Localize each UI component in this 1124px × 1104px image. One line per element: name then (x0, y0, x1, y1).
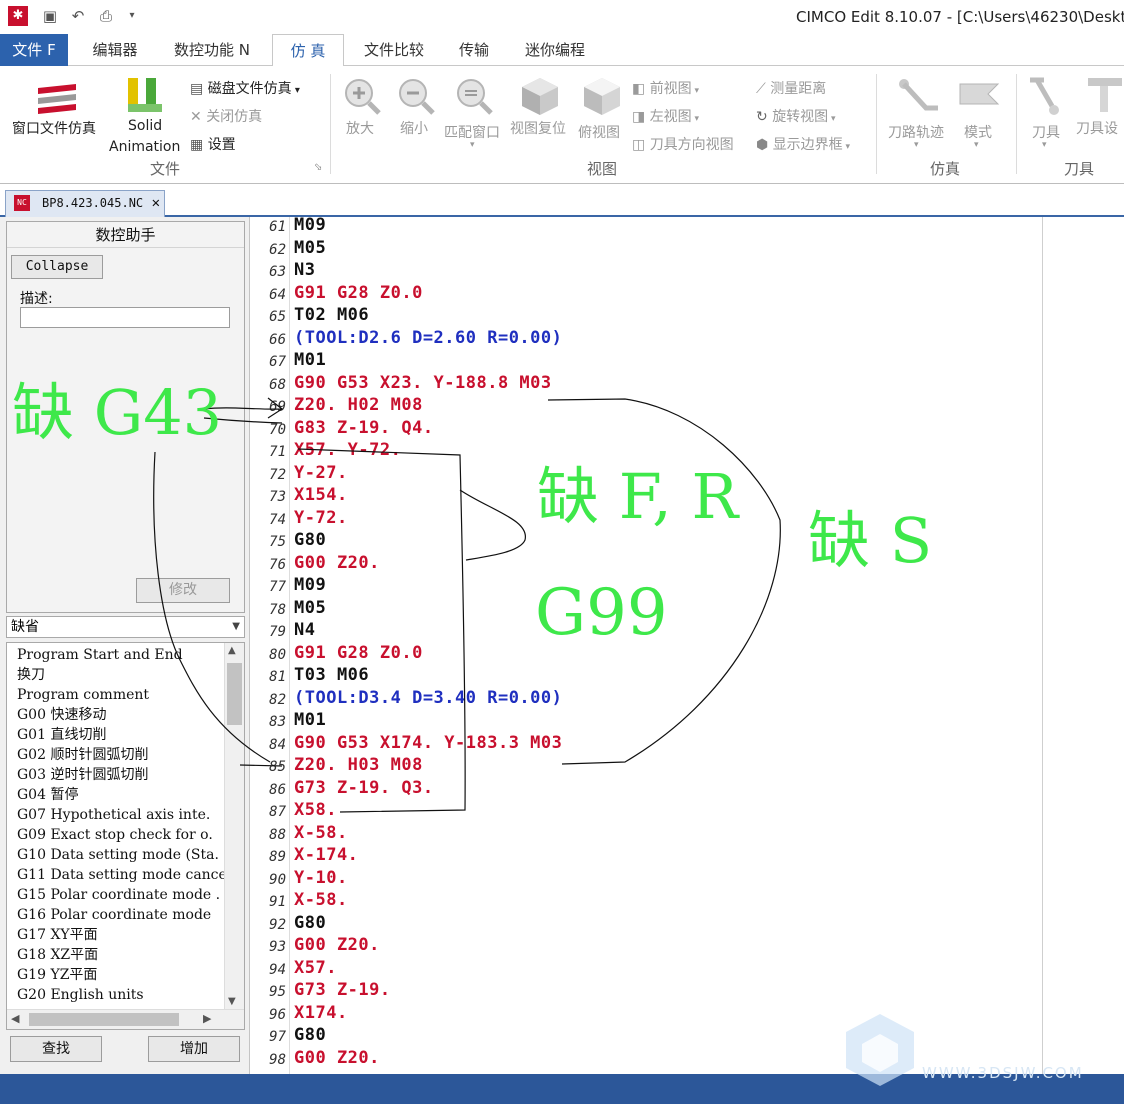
watermark-text: WWW.3DSJW.COM (922, 1064, 1084, 1082)
annotation-missing-g43: 缺 G43 (12, 376, 223, 449)
handdrawn-annotation-strokes (153, 397, 781, 813)
cimco-window: ✱ ▣ ↶ ⎙ ▾ CIMCO Edit 8.10.07 - [C:\Users… (0, 0, 1124, 1104)
annotation-missing-f-r: 缺 F, R (537, 460, 739, 533)
annotation-g99: G99 (535, 576, 668, 650)
watermark-cube-icon (846, 1014, 914, 1086)
annotation-missing-s: 缺 S (808, 504, 933, 577)
